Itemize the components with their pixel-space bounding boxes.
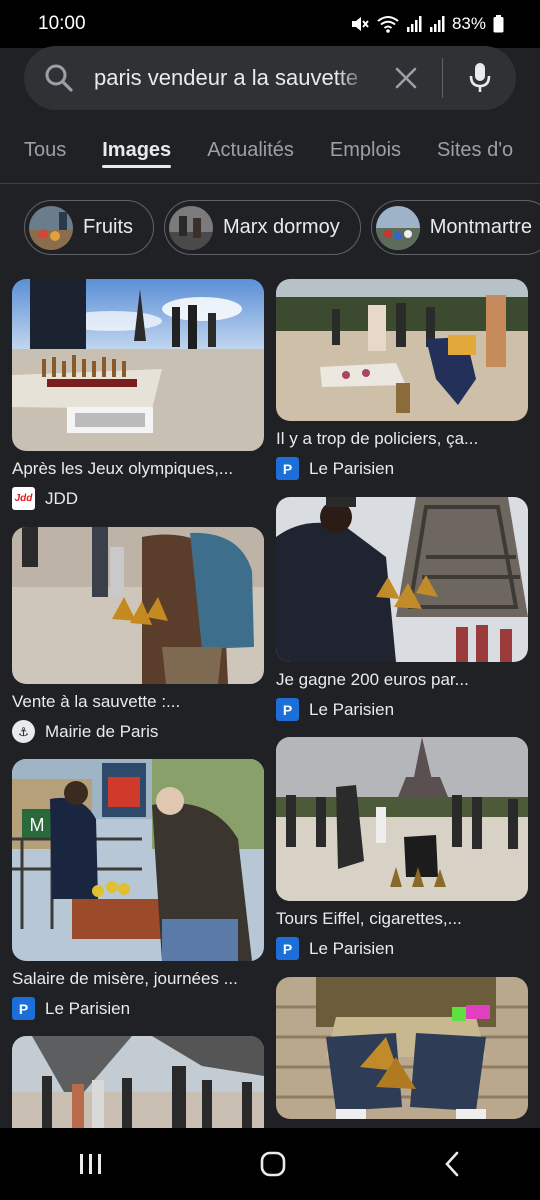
recent-apps-icon[interactable] — [78, 1152, 104, 1176]
result-image[interactable] — [12, 279, 264, 451]
result-title[interactable]: Il y a trop de policiers, ça... — [276, 429, 528, 449]
wifi-icon — [377, 15, 399, 33]
result-image[interactable] — [276, 977, 528, 1119]
battery-percent: 83% — [451, 14, 486, 33]
result-source[interactable]: P Le Parisien — [276, 457, 528, 480]
search-icon[interactable] — [24, 63, 94, 93]
tab-jobs[interactable]: Emplois — [330, 118, 401, 183]
source-name: Le Parisien — [309, 699, 395, 719]
image-result[interactable] — [276, 977, 528, 1119]
home-icon[interactable] — [259, 1150, 287, 1178]
battery-icon — [493, 15, 504, 33]
search-input[interactable]: paris vendeur a la sauvette — [94, 65, 370, 91]
source-name: Le Parisien — [309, 458, 395, 478]
result-source[interactable]: P Le Parisien — [12, 997, 264, 1020]
result-title[interactable]: Après les Jeux olympiques,... — [12, 459, 264, 479]
image-result[interactable]: Il y a trop de policiers, ça... P Le Par… — [276, 279, 528, 480]
chip-montmartre[interactable]: Montmartre — [370, 200, 540, 255]
status-icons: 83% — [350, 14, 504, 34]
result-image[interactable]: M — [12, 759, 264, 961]
source-name: Le Parisien — [45, 998, 131, 1018]
result-image[interactable] — [12, 527, 264, 684]
microphone-icon[interactable] — [443, 62, 516, 94]
image-result[interactable]: Tours Eiffel, cigarettes,... P Le Parisi… — [276, 737, 528, 960]
mairie-de-paris-logo-icon: ⚓ — [12, 720, 35, 743]
source-name: Le Parisien — [309, 938, 395, 958]
result-source[interactable]: ⚓ Mairie de Paris — [12, 720, 264, 743]
chip-label: Marx dormoy — [223, 216, 340, 238]
chip-fruits[interactable]: Fruits — [24, 200, 154, 255]
result-title[interactable]: Vente à la sauvette :... — [12, 692, 264, 712]
le-parisien-logo-icon: P — [12, 997, 35, 1020]
search-bar[interactable]: paris vendeur a la sauvette — [24, 46, 516, 110]
image-result[interactable]: Vente à la sauvette :... ⚓ Mairie de Par… — [12, 527, 264, 743]
result-title[interactable]: Je gagne 200 euros par... — [276, 670, 528, 690]
chip-thumbnail — [375, 205, 420, 250]
mute-icon — [350, 15, 370, 33]
result-image[interactable] — [276, 279, 528, 421]
jdd-logo-icon: Jdd — [12, 487, 35, 510]
result-source[interactable]: P Le Parisien — [276, 937, 528, 960]
chip-label: Fruits — [83, 216, 133, 238]
status-bar: 10:00 83% — [0, 0, 540, 48]
image-result[interactable]: Après les Jeux olympiques,... Jdd JDD — [12, 279, 264, 510]
result-title[interactable]: Tours Eiffel, cigarettes,... — [276, 909, 528, 929]
result-source[interactable]: P Le Parisien — [276, 698, 528, 721]
chip-marx-dormoy[interactable]: Marx dormoy — [164, 200, 361, 255]
chip-thumbnail — [29, 205, 73, 250]
signal-icon — [406, 16, 422, 32]
tab-all[interactable]: Tous — [24, 118, 66, 183]
result-title[interactable]: Salaire de misère, journées ... — [12, 969, 264, 989]
tab-sites[interactable]: Sites d'o — [437, 118, 513, 183]
source-name: Mairie de Paris — [45, 721, 159, 741]
chip-label: Montmartre — [429, 216, 532, 238]
signal-icon-2 — [429, 16, 445, 32]
search-tabs: Tous Images Actualités Emplois Sites d'o — [0, 118, 540, 184]
filter-chips: Fruits Marx dormoy Montmartre — [24, 200, 540, 256]
result-image[interactable] — [276, 497, 528, 662]
source-name: JDD — [45, 488, 79, 508]
image-result[interactable]: M Salaire de misère, journées ... P Le P… — [12, 759, 264, 1020]
result-image[interactable] — [276, 737, 528, 901]
le-parisien-logo-icon: P — [276, 937, 299, 960]
le-parisien-logo-icon: P — [276, 457, 299, 480]
svg-text:M: M — [30, 815, 45, 835]
tab-images[interactable]: Images — [102, 118, 171, 183]
status-time: 10:00 — [38, 13, 86, 34]
le-parisien-logo-icon: P — [276, 698, 299, 721]
tab-news[interactable]: Actualités — [207, 118, 294, 183]
result-image[interactable] — [12, 1036, 264, 1128]
system-nav-bar — [0, 1128, 540, 1200]
back-icon[interactable] — [442, 1150, 462, 1178]
image-result[interactable]: Je gagne 200 euros par... P Le Parisien — [276, 497, 528, 721]
result-source[interactable]: Jdd JDD — [12, 487, 264, 510]
chip-thumbnail — [169, 205, 213, 250]
image-result[interactable] — [12, 1036, 264, 1128]
clear-search-icon[interactable] — [370, 66, 442, 90]
